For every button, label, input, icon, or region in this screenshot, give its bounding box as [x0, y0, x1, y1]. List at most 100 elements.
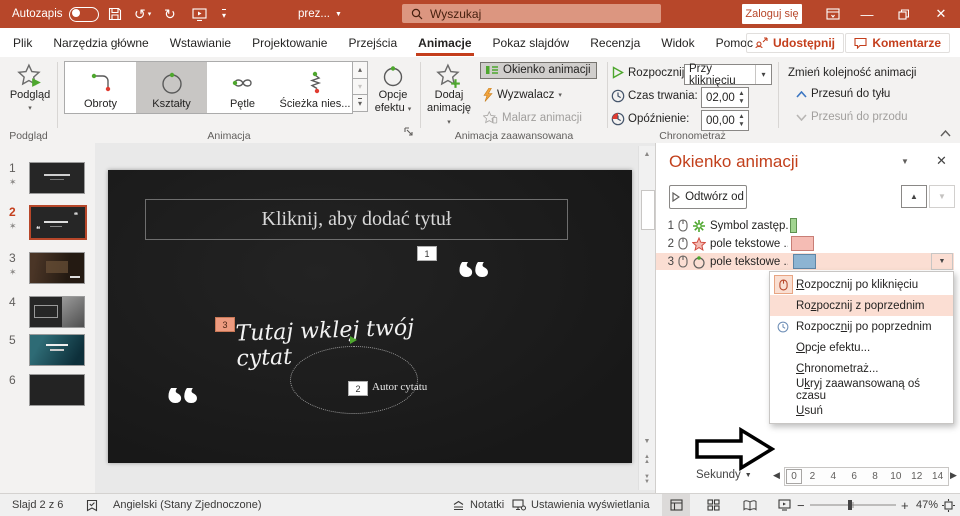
tab-projektowanie[interactable]: Projektowanie [252, 36, 327, 50]
start-select-chevron[interactable]: ▾ [755, 65, 771, 84]
timeline-bar-blue[interactable] [793, 254, 816, 269]
animation-item-3[interactable]: 3 pole tekstowe ... ▼ [656, 253, 954, 270]
slide-thumbnail-2[interactable]: ❝ ❝ [29, 205, 87, 240]
animation-star-icon[interactable]: ✶ [9, 177, 17, 188]
pane-options-dropdown-icon[interactable]: ▼ [901, 157, 909, 166]
comments-button[interactable]: Komentarze [845, 32, 950, 53]
add-animation-button[interactable]: Dodaj animację ▾ [424, 63, 474, 129]
gallery-scroll-down-button[interactable]: ▾ [352, 78, 368, 96]
zoom-slider[interactable] [810, 494, 896, 516]
ribbon-display-options-button[interactable] [818, 0, 848, 28]
gallery-scroll-up-button[interactable]: ▴ [352, 61, 368, 79]
menu-item-start-on-click[interactable]: Rozpocznij po kliknięciu [770, 274, 953, 295]
delay-input[interactable]: 00,00 ▲ ▼ [701, 110, 749, 131]
duration-spinner[interactable]: ▲ ▼ [735, 90, 748, 106]
autosave-toggle-group[interactable]: Autozapis [12, 0, 99, 28]
menu-item-effect-options[interactable]: Opcje efektu... [770, 337, 953, 358]
seconds-ruler[interactable]: 0 2 4 6 8 10 12 14 [784, 467, 949, 486]
menu-item-start-with-previous[interactable]: Rozpocznij z poprzednim [770, 295, 953, 316]
zoom-level[interactable]: 47% [916, 494, 938, 516]
document-title[interactable]: prez... ▼ [298, 0, 342, 28]
share-button[interactable]: Udostępnij [746, 32, 844, 53]
fit-to-window-button[interactable] [942, 494, 955, 516]
search-input[interactable]: Wyszukaj [402, 4, 661, 23]
tab-przejscia[interactable]: Przejścia [348, 36, 397, 50]
notes-button[interactable]: Notatki [452, 494, 504, 516]
menu-item-timing[interactable]: Chronometraż... [770, 358, 953, 379]
move-later-button[interactable]: Przesuń do przodu [796, 111, 908, 123]
scroll-down-button[interactable]: ▼ [640, 434, 654, 449]
timeline-bar-pink[interactable] [791, 236, 814, 251]
animation-star-icon[interactable]: ✶ [9, 267, 17, 278]
duration-input[interactable]: 02,00 ▲ ▼ [701, 87, 749, 108]
tab-wstawianie[interactable]: Wstawianie [170, 36, 231, 50]
minimize-button[interactable]: — [852, 0, 882, 28]
tab-animacje[interactable]: Animacje [416, 36, 474, 56]
undo-button[interactable]: ↺ ▾ [134, 0, 151, 28]
trigger-button[interactable]: Wyzwalacz ▾ [483, 88, 562, 102]
delay-spinner[interactable]: ▲ ▼ [735, 113, 748, 129]
slide-thumbnail-5[interactable] [29, 334, 85, 366]
menu-item-start-after-previous[interactable]: Rozpocznij po poprzednim [770, 316, 953, 337]
move-earlier-button[interactable]: Przesuń do tyłu [796, 88, 890, 100]
slide-sorter-view-button[interactable] [699, 494, 727, 516]
gallery-item-sciezka-niestandardowa[interactable]: Ścieżka nies... [278, 62, 352, 113]
zoom-out-button[interactable]: − [797, 494, 805, 516]
start-slideshow-button[interactable] [192, 0, 207, 28]
language-indicator[interactable]: Angielski (Stany Zjednoczone) [113, 494, 262, 516]
scroll-up-button[interactable]: ▲ [640, 147, 654, 162]
slide-title-placeholder[interactable]: Kliknij, aby dodać tytuł [145, 199, 568, 240]
timeline-scroll-right-button[interactable]: ▶ [950, 470, 957, 481]
menu-item-delete[interactable]: Usuń [770, 400, 953, 421]
slide-thumbnail-6[interactable] [29, 374, 85, 406]
tab-recenzja[interactable]: Recenzja [590, 36, 640, 50]
tab-narzedzia-glowne[interactable]: Narzędzia główne [53, 36, 148, 50]
autosave-toggle[interactable] [68, 6, 99, 22]
animation-item-2[interactable]: 2 pole tekstowe ... [656, 235, 956, 252]
animation-item-1[interactable]: 1 Symbol zastęp... [656, 217, 956, 234]
close-button[interactable]: ✕ [926, 0, 956, 28]
menu-item-hide-advanced-timeline[interactable]: Ukryj zaawansowaną oś czasu [770, 378, 953, 402]
scrollbar-thumb[interactable] [641, 190, 655, 230]
editor-scrollbar[interactable]: ▲ ▼ ▲ ▲ ▼ ▼ [638, 146, 655, 490]
pane-close-icon[interactable]: ✕ [936, 153, 947, 169]
reorder-up-button[interactable]: ▲ [901, 185, 927, 208]
next-slide-button[interactable]: ▼ ▼ [640, 472, 654, 487]
item-dropdown-button[interactable]: ▼ [931, 253, 953, 270]
sign-in-button[interactable]: Zaloguj się [742, 4, 802, 24]
gallery-item-ksztalty[interactable]: Kształty [136, 62, 207, 113]
gallery-expand-button[interactable]: ▾ [352, 95, 368, 113]
gallery-item-obroty[interactable]: Obroty [65, 62, 136, 113]
animation-order-badge-1[interactable]: 1 [417, 246, 437, 261]
proofing-icon[interactable] [86, 494, 98, 516]
reading-view-button[interactable] [736, 494, 764, 516]
animation-order-badge-3[interactable]: 3 [215, 317, 235, 332]
animation-painter-button[interactable]: Malarz animacji [483, 111, 582, 125]
reorder-down-button[interactable]: ▼ [929, 185, 955, 208]
timeline-scroll-left-button[interactable]: ◀ [773, 470, 780, 481]
start-select[interactable]: Przy kliknięciu ▾ [684, 63, 772, 87]
previous-slide-button[interactable]: ▲ ▲ [640, 452, 654, 467]
preview-button[interactable]: Podgląd ▾ [8, 63, 52, 115]
slide-thumbnail-4[interactable] [29, 296, 85, 328]
zoom-in-button[interactable]: + [901, 494, 909, 516]
save-button[interactable] [108, 0, 122, 28]
tab-pokaz-slajdow[interactable]: Pokaz slajdów [493, 36, 570, 50]
animation-order-badge-2[interactable]: 2 [348, 381, 368, 396]
gallery-item-petle[interactable]: Pętle [207, 62, 278, 113]
animation-dialog-launcher[interactable] [404, 127, 414, 137]
effect-options-button[interactable]: Opcje efektu ▾ [372, 63, 414, 116]
quick-access-more-button[interactable]: ▾ [222, 0, 227, 28]
display-settings-button[interactable]: Ustawienia wyświetlania [512, 494, 650, 516]
collapse-ribbon-button[interactable] [940, 130, 951, 137]
tab-plik[interactable]: Plik [13, 36, 32, 50]
slide-canvas[interactable]: Kliknij, aby dodać tytuł 1 “ 3 Tutaj wkl… [108, 170, 632, 463]
author-placeholder[interactable]: Autor cytatu [372, 381, 427, 393]
motion-path-ellipse[interactable] [290, 346, 418, 414]
slideshow-view-button[interactable] [770, 494, 798, 516]
slide-thumbnail-1[interactable] [29, 162, 85, 194]
restore-button[interactable] [888, 0, 918, 28]
animation-star-icon[interactable]: ✶ [9, 221, 17, 232]
animation-pane-button[interactable]: Okienko animacji [480, 62, 597, 79]
slide-thumbnail-3[interactable] [29, 252, 85, 284]
